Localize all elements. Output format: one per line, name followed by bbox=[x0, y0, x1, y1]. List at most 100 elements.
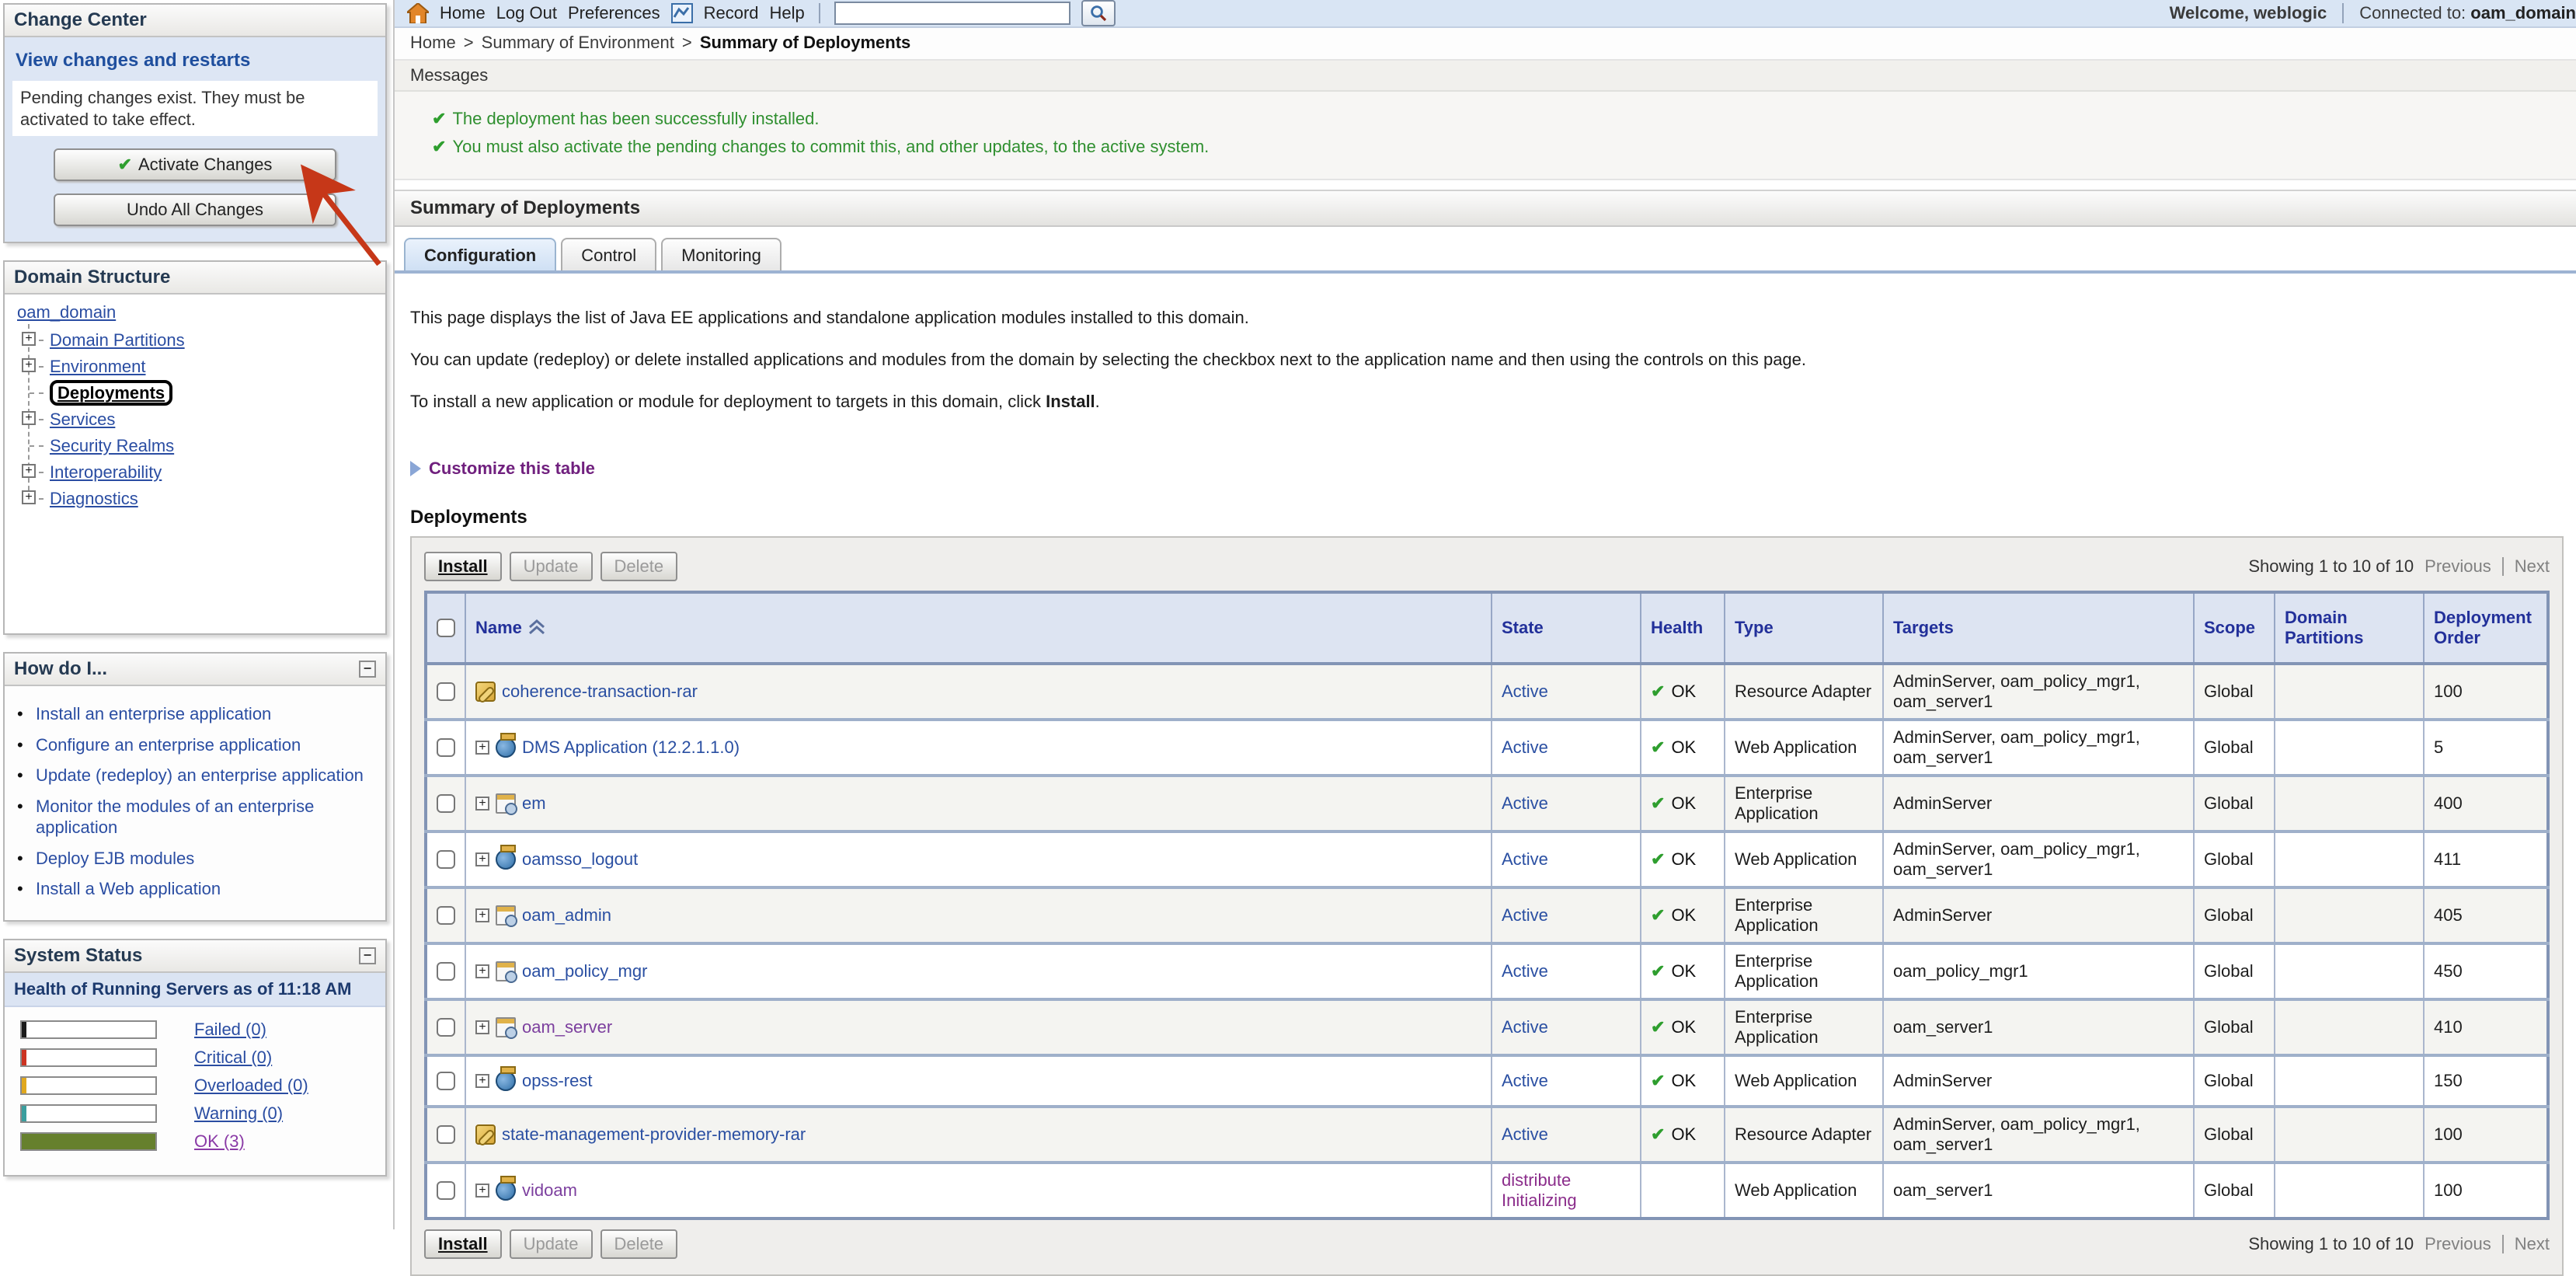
tree-item-link[interactable]: Security Realms bbox=[50, 436, 174, 455]
toolbar-home-link[interactable]: Home bbox=[440, 3, 486, 23]
col-type[interactable]: Type bbox=[1725, 592, 1883, 664]
tree-root-oam-domain[interactable]: oam_domain bbox=[17, 302, 116, 322]
deployment-name-link[interactable]: em bbox=[522, 793, 546, 814]
tree-expand-icon[interactable]: + bbox=[22, 358, 36, 372]
col-order[interactable]: Deployment Order bbox=[2424, 592, 2548, 664]
how-do-i-link[interactable]: Monitor the modules of an enterprise app… bbox=[36, 797, 314, 838]
tree-expand-icon[interactable]: + bbox=[22, 332, 36, 346]
activate-changes-button[interactable]: ✔Activate Changes bbox=[54, 148, 336, 181]
row-health-cell: ✔OK bbox=[1641, 1107, 1725, 1163]
row-checkbox[interactable] bbox=[437, 1181, 455, 1200]
deployment-name-link[interactable]: coherence-transaction-rar bbox=[502, 682, 698, 702]
tree-item-link[interactable]: Services bbox=[50, 410, 115, 429]
gauge-label-link[interactable]: Overloaded (0) bbox=[194, 1076, 308, 1096]
col-partitions[interactable]: Domain Partitions bbox=[2275, 592, 2424, 664]
gauge-label-link[interactable]: Failed (0) bbox=[194, 1020, 266, 1040]
toolbar-logout-link[interactable]: Log Out bbox=[496, 3, 557, 23]
tree-expand-icon[interactable]: + bbox=[22, 464, 36, 478]
update-button[interactable]: Update bbox=[510, 1229, 593, 1259]
paging-previous[interactable]: Previous bbox=[2425, 1234, 2491, 1254]
collapse-icon[interactable]: − bbox=[359, 661, 376, 678]
toolbar-preferences-link[interactable]: Preferences bbox=[568, 3, 660, 23]
toolbar-record-link[interactable]: Record bbox=[704, 3, 759, 23]
how-do-i-link[interactable]: Install an enterprise application bbox=[36, 704, 271, 723]
expand-icon[interactable]: + bbox=[475, 908, 489, 922]
tree-item-link[interactable]: Interoperability bbox=[50, 462, 162, 482]
expand-icon[interactable]: + bbox=[475, 852, 489, 866]
select-all-checkbox[interactable] bbox=[437, 619, 455, 637]
view-changes-link[interactable]: View changes and restarts bbox=[16, 50, 374, 71]
expand-icon[interactable]: + bbox=[475, 741, 489, 755]
row-checkbox[interactable] bbox=[437, 1072, 455, 1090]
health-ok-icon: ✔ bbox=[1651, 793, 1665, 813]
tree-expand-icon[interactable]: + bbox=[22, 411, 36, 425]
delete-button[interactable]: Delete bbox=[600, 1229, 678, 1259]
tree-item-link[interactable]: Deployments bbox=[50, 380, 172, 406]
gauge-label-link[interactable]: Critical (0) bbox=[194, 1048, 272, 1068]
install-button[interactable]: Install bbox=[424, 1229, 502, 1259]
deployment-name-link[interactable]: oam_policy_mgr bbox=[522, 961, 647, 981]
search-input[interactable] bbox=[834, 2, 1070, 25]
col-scope[interactable]: Scope bbox=[2194, 592, 2275, 664]
paging-previous[interactable]: Previous bbox=[2425, 556, 2491, 577]
delete-button[interactable]: Delete bbox=[600, 552, 678, 581]
deployment-name-link[interactable]: opss-rest bbox=[522, 1071, 592, 1091]
deployment-name-link[interactable]: oamsso_logout bbox=[522, 849, 638, 870]
tree-item-link[interactable]: Domain Partitions bbox=[50, 330, 185, 350]
deployment-name-link[interactable]: oam_admin bbox=[522, 905, 611, 926]
deployment-name-link[interactable]: vidoam bbox=[522, 1180, 577, 1201]
breadcrumb-link[interactable]: Summary of Environment bbox=[482, 33, 674, 52]
gauge-label-link[interactable]: Warning (0) bbox=[194, 1103, 283, 1124]
sort-ascending-icon[interactable] bbox=[528, 619, 545, 635]
row-checkbox[interactable] bbox=[437, 1125, 455, 1144]
connected-prefix: Connected to: bbox=[2359, 3, 2466, 23]
row-checkbox[interactable] bbox=[437, 794, 455, 813]
toolbar-help-link[interactable]: Help bbox=[770, 3, 805, 23]
tree-item-link[interactable]: Diagnostics bbox=[50, 489, 138, 508]
row-checkbox[interactable] bbox=[437, 962, 455, 981]
col-targets[interactable]: Targets bbox=[1883, 592, 2194, 664]
paging-next[interactable]: Next bbox=[2515, 556, 2550, 577]
col-health[interactable]: Health bbox=[1641, 592, 1725, 664]
tab[interactable]: Configuration bbox=[404, 238, 556, 270]
install-button[interactable]: Install bbox=[424, 552, 502, 581]
tree-item-link[interactable]: Environment bbox=[50, 357, 146, 376]
breadcrumb-link[interactable]: Home bbox=[410, 33, 456, 52]
tree-expand-icon[interactable]: + bbox=[22, 490, 36, 504]
row-partitions-cell bbox=[2275, 664, 2424, 720]
row-checkbox[interactable] bbox=[437, 850, 455, 869]
customize-table-link[interactable]: Customize this table bbox=[410, 458, 2564, 479]
how-do-i-link[interactable]: Update (redeploy) an enterprise applicat… bbox=[36, 765, 364, 785]
undo-all-changes-button[interactable]: Undo All Changes bbox=[54, 193, 336, 226]
row-checkbox[interactable] bbox=[437, 738, 455, 757]
tab[interactable]: Monitoring bbox=[661, 238, 782, 270]
collapse-icon[interactable]: − bbox=[359, 947, 376, 964]
row-checkbox[interactable] bbox=[437, 1018, 455, 1037]
col-state[interactable]: State bbox=[1492, 592, 1641, 664]
paging-separator bbox=[2502, 1235, 2504, 1253]
gauge-row: Overloaded (0) bbox=[20, 1076, 376, 1096]
expand-icon[interactable]: + bbox=[475, 1184, 489, 1198]
row-checkbox[interactable] bbox=[437, 906, 455, 925]
row-order-cell: 100 bbox=[2424, 664, 2548, 720]
intro-paragraph-2: You can update (redeploy) or delete inst… bbox=[410, 350, 2564, 370]
expand-icon[interactable]: + bbox=[475, 797, 489, 811]
col-name[interactable]: Name bbox=[465, 592, 1492, 664]
deployment-name-link[interactable]: state-management-provider-memory-rar bbox=[502, 1124, 806, 1145]
row-checkbox[interactable] bbox=[437, 682, 455, 701]
gauge-label-link[interactable]: OK (3) bbox=[194, 1131, 245, 1152]
expand-icon[interactable]: + bbox=[475, 1020, 489, 1034]
update-button[interactable]: Update bbox=[510, 552, 593, 581]
how-do-i-link[interactable]: Deploy EJB modules bbox=[36, 849, 194, 868]
how-do-i-link[interactable]: Install a Web application bbox=[36, 879, 221, 898]
tab[interactable]: Control bbox=[561, 238, 656, 270]
search-button[interactable] bbox=[1081, 0, 1116, 26]
paging-next[interactable]: Next bbox=[2515, 1234, 2550, 1254]
deployment-name-link[interactable]: oam_server bbox=[522, 1017, 612, 1037]
expand-icon[interactable]: + bbox=[475, 1074, 489, 1088]
how-do-i-link[interactable]: Configure an enterprise application bbox=[36, 735, 301, 755]
expand-icon[interactable]: + bbox=[475, 964, 489, 978]
deployment-name-link[interactable]: DMS Application (12.2.1.1.0) bbox=[522, 737, 740, 758]
paging-top: Showing 1 to 10 of 10 Previous Next bbox=[2248, 556, 2550, 577]
row-order-cell: 411 bbox=[2424, 831, 2548, 887]
